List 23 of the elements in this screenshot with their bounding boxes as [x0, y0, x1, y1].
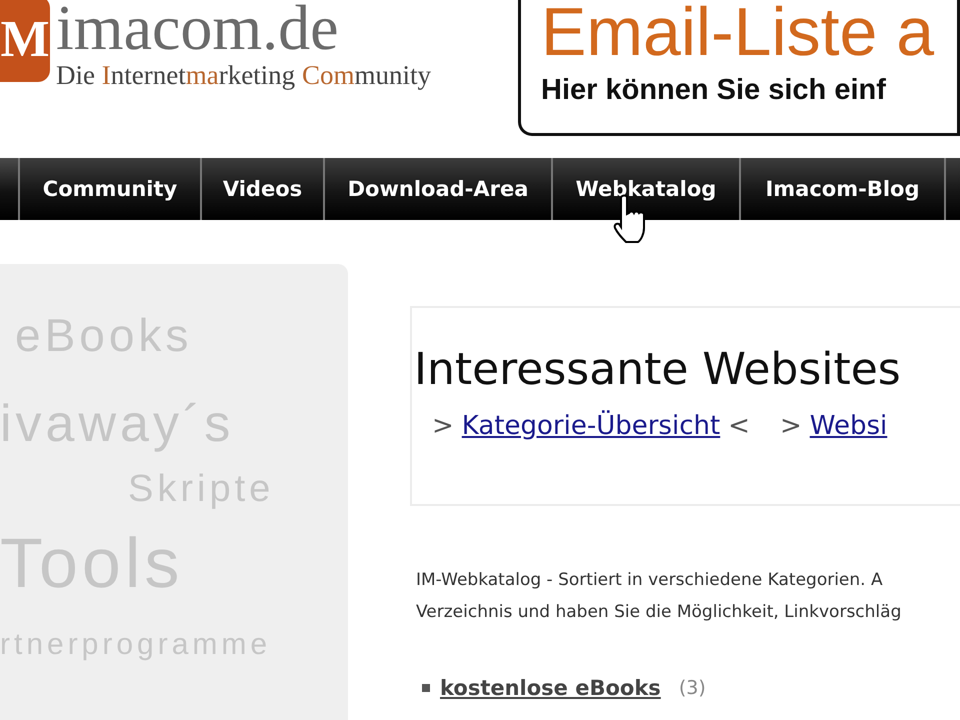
link-bracket: >	[780, 411, 802, 441]
nav-tab[interactable]: Download-Area	[323, 158, 551, 220]
site-tagline: Die Internetmarketing Community	[56, 60, 431, 91]
nav-tab[interactable]: Videos	[200, 158, 323, 220]
category-link[interactable]: Kategorie-Übersicht	[462, 411, 720, 441]
nav-tab[interactable]: Imacom-Blog	[739, 158, 944, 220]
link-bracket: >	[432, 411, 454, 441]
item-count: (3)	[678, 677, 706, 699]
nav-tab[interactable]: Webkatalog	[551, 158, 739, 220]
bullet-icon	[422, 684, 430, 692]
logo-mark: M	[0, 0, 50, 82]
banner-subtitle: Hier können Sie sich einf	[541, 74, 886, 107]
nav-tab[interactable]: Community	[18, 158, 200, 220]
nav-tab-edge	[944, 158, 960, 220]
page-title: Interessante Websites	[414, 344, 902, 395]
email-banner[interactable]: Email-Liste a Hier können Sie sich einf	[518, 0, 960, 136]
site-name: imacom.de	[56, 0, 339, 60]
banner-title: Email-Liste a	[541, 0, 934, 68]
category-link[interactable]: Websi	[810, 411, 888, 441]
category-link[interactable]: kostenlose eBooks	[440, 676, 661, 700]
description-text: Verzeichnis und haben Sie die Möglichkeit, Linkvorschläg	[416, 601, 902, 624]
description-text: IM-Webkatalog - Sortiert in verschiedene Kategorien. A	[416, 569, 884, 592]
link-bracket: <	[728, 411, 750, 441]
